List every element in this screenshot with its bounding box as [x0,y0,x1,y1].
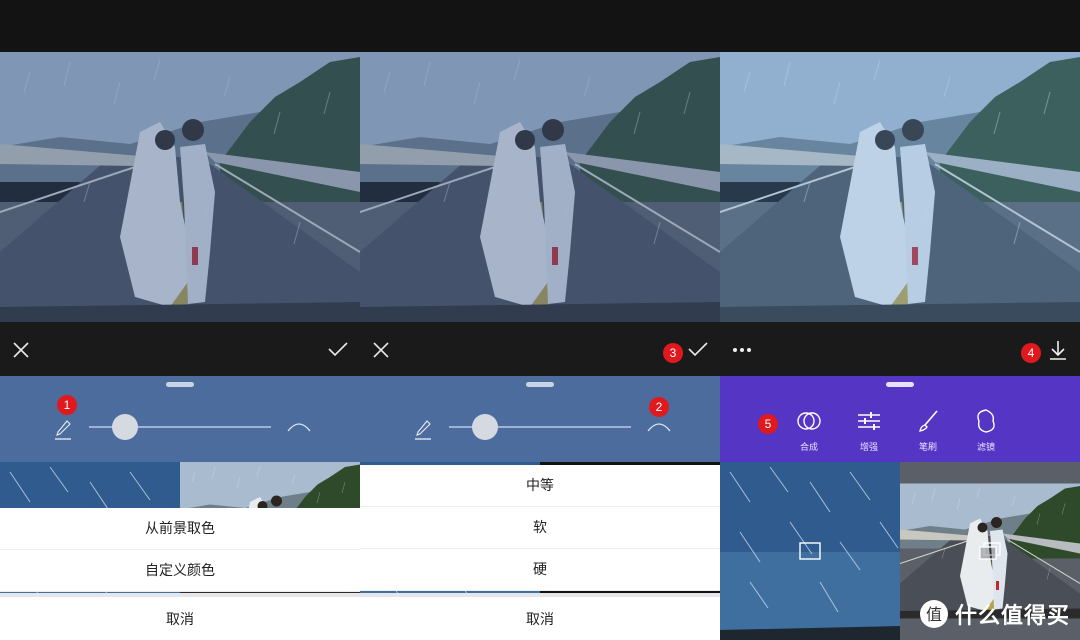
step-badge-4: 4 [1021,343,1041,363]
cancel-button[interactable]: 取消 [360,597,720,640]
tool-enhance[interactable]: 增强 [847,408,891,453]
tool-label: 笔刷 [918,443,937,453]
confirm-check-icon[interactable] [688,341,708,357]
brush-hardness-arc-icon[interactable] [287,420,311,432]
step-badge-1: 1 [57,395,77,415]
brush-icon [919,410,938,432]
top-bar [720,0,1080,52]
color-overlay [720,52,1080,322]
thumbnail-strip: 值 什么值得买 [720,462,1080,640]
photo-canvas[interactable] [360,52,720,322]
cancel-button[interactable]: 取消 [0,597,360,640]
tool-label: 滤镜 [976,443,995,453]
color-overlay [0,52,360,322]
confirm-check-icon[interactable] [328,341,348,357]
single-layer-icon [799,542,821,560]
tool-filter[interactable]: 滤镜 [964,408,1008,453]
watermark-text: 什么值得买 [954,604,1070,629]
panel-brush-hardness: 3 2 中等 软 硬 取消 [360,0,720,640]
tool-blend[interactable]: 合成 [787,408,831,453]
action-bar [0,322,360,376]
panel-color-picker: 1 从前景取色 自定义颜色 取消 [0,0,360,640]
opacity-slider-knob[interactable] [472,414,499,440]
download-icon[interactable] [1048,340,1068,360]
tool-label: 增强 [859,443,878,453]
sheet-option-custom-color[interactable]: 自定义颜色 [0,550,360,592]
photo-canvas[interactable] [720,52,1080,322]
tool-menu-strip: 5 合成 增强 笔刷 滤镜 [720,376,1080,462]
filter-icon [977,409,995,433]
watermark: 值 什么值得买 [919,598,1070,630]
color-source-sheet: 从前景取色 自定义颜色 [0,508,360,592]
step-badge-2: 2 [649,397,669,417]
brush-hardness-arc-icon[interactable] [647,420,671,432]
step-badge-5: 5 [758,414,778,434]
opacity-slider-knob[interactable] [112,414,139,440]
sheet-option-medium[interactable]: 中等 [360,465,720,507]
color-overlay [360,52,720,322]
brush-settings-strip: 2 [360,376,720,462]
smzdm-logo-icon: 值 [919,600,948,628]
drag-handle[interactable] [166,382,194,387]
brush-settings-strip: 1 [0,376,360,462]
tool-brush[interactable]: 笔刷 [906,408,950,453]
panel-edit-tools: 4 5 合成 增强 笔刷 滤镜 值 什么值得买 [720,0,1080,640]
step-badge-3: 3 [663,343,683,363]
action-bar: 4 [720,322,1080,376]
tool-label: 合成 [799,443,818,453]
eyedropper-icon[interactable] [414,419,432,441]
hardness-sheet: 中等 软 硬 [360,465,720,591]
sheet-option-foreground-color[interactable]: 从前景取色 [0,508,360,550]
thumbnail-photo[interactable]: 值 什么值得买 [900,462,1080,640]
sheet-option-hard[interactable]: 硬 [360,549,720,591]
top-bar [360,0,720,52]
drag-handle[interactable] [526,382,554,387]
blend-circles-icon [797,412,821,430]
close-icon[interactable] [372,341,390,359]
sheet-option-soft[interactable]: 软 [360,507,720,549]
double-layer-icon [979,542,1001,560]
eyedropper-icon[interactable] [54,419,72,441]
drag-handle[interactable] [886,382,914,387]
svg-text:值: 值 [926,605,942,624]
more-options-icon[interactable] [732,340,752,360]
top-bar [0,0,360,52]
sliders-icon [858,412,880,430]
action-bar: 3 [360,322,720,376]
close-icon[interactable] [12,341,30,359]
thumbnail-stars[interactable] [720,462,900,640]
photo-canvas[interactable] [0,52,360,322]
